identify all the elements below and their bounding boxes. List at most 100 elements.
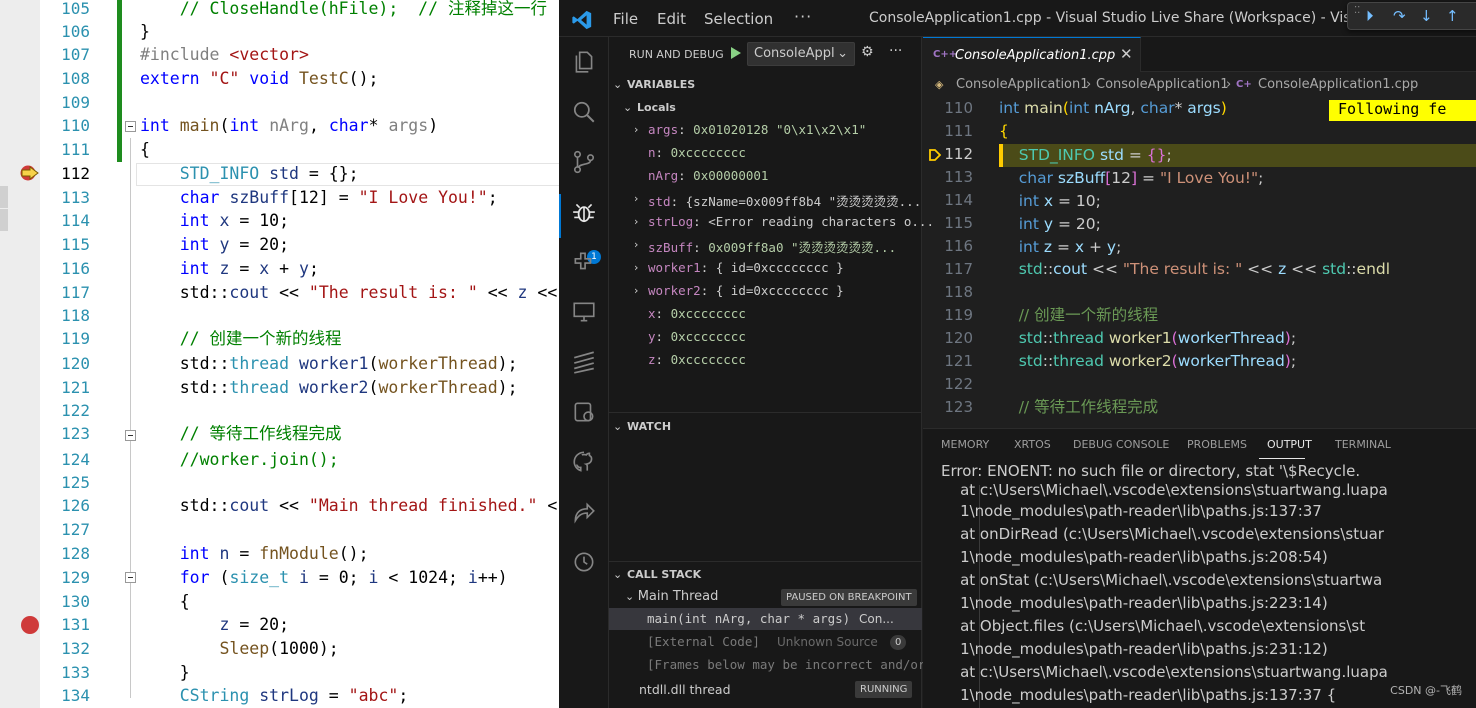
tab-memory[interactable]: MEMORY (941, 438, 989, 451)
breadcrumb-item[interactable]: ConsoleApplication1 (956, 77, 1089, 92)
code-line-128: int n = fnModule(); (179, 544, 369, 563)
code-line-131: z = 20; (219, 615, 290, 634)
window-title: ConsoleApplication1.cpp - Visual Studio … (869, 10, 1369, 26)
step-out-icon[interactable]: ↑ (1446, 7, 1459, 25)
variable-worker1[interactable]: › worker1: { id=0xcccccccc } (634, 260, 844, 275)
line-number: 123 (944, 398, 973, 416)
variable-y[interactable]: y: 0xcccccccc (648, 329, 746, 344)
source-control-icon[interactable] (571, 149, 597, 175)
chevron-right-icon[interactable]: › (634, 238, 638, 251)
line-number: 114 (61, 211, 90, 230)
tab-consoleapplication1-cpp[interactable]: C++ ConsoleApplication1.cpp ✕ (923, 37, 1141, 72)
launch-config-select[interactable]: ConsoleAppl ⌄ (747, 42, 855, 66)
output-line: 1\node_modules\path-reader\lib\paths.js:… (941, 502, 1322, 520)
step-over-icon[interactable]: ↷ (1393, 7, 1406, 25)
menu-edit[interactable]: Edit (657, 10, 686, 28)
code-line-110: int main(int nArg, char* args) (999, 99, 1227, 117)
line-number: 130 (61, 592, 90, 611)
variable-value: 0xcccccccc (670, 329, 746, 344)
share-icon[interactable] (571, 499, 597, 525)
tab-label: ConsoleApplication1.cpp (955, 48, 1116, 63)
start-debugging-icon[interactable] (731, 47, 741, 59)
thread-ntdll[interactable]: ntdll.dll thread (639, 682, 731, 697)
chevron-right-icon[interactable]: › (634, 215, 638, 228)
watch-section-header[interactable]: ⌄ WATCH (613, 420, 671, 433)
tab-problems[interactable]: PROBLEMS (1187, 438, 1247, 451)
output-line: 1\node_modules\path-reader\lib\paths.js:… (941, 640, 1328, 658)
variable-value: 0xcccccccc (670, 306, 746, 321)
collapse-toggle[interactable] (125, 121, 136, 132)
variable-szbuff[interactable]: › szBuff: 0x009ff8a0 "烫烫烫烫烫烫... (634, 237, 896, 256)
watermark: CSDN @-飞鹤 (1390, 684, 1462, 697)
gear-icon[interactable]: ⚙ (861, 44, 874, 60)
run-debug-icon[interactable] (571, 199, 597, 225)
more-actions-icon[interactable]: ··· (889, 43, 902, 59)
github-icon[interactable] (571, 449, 597, 475)
variable-strlog[interactable]: › strLog: <Error reading characters o... (634, 214, 934, 229)
remote-explorer-icon[interactable] (571, 299, 597, 325)
step-into-icon[interactable]: ↓ (1420, 7, 1433, 25)
separator: : (655, 352, 671, 367)
chevron-right-icon[interactable]: › (634, 192, 638, 205)
chevron-right-icon[interactable]: › (634, 284, 638, 297)
line-number: 131 (61, 615, 90, 634)
line-number: 124 (61, 450, 90, 469)
line-number: 113 (61, 188, 90, 207)
extensions-icon[interactable] (571, 249, 597, 275)
timeline-icon[interactable] (571, 549, 597, 575)
variable-narg[interactable]: nArg: 0x00000001 (648, 168, 768, 183)
variable-name: std (648, 194, 671, 209)
cpp-file-icon: C+ (1236, 79, 1252, 90)
live-share-icon[interactable] (571, 349, 597, 375)
tab-debug-console[interactable]: DEBUG CONSOLE (1073, 438, 1169, 451)
search-icon[interactable] (571, 99, 597, 125)
menu-more[interactable]: ··· (794, 7, 812, 26)
variable-n[interactable]: n: 0xcccccccc (648, 145, 746, 160)
variable-worker2[interactable]: › worker2: { id=0xcccccccc } (634, 283, 844, 298)
visual-studio-editor[interactable]: 105 106 107 108 109 110 111 112 113 114 115 116 117 1… (0, 0, 560, 708)
variable-z[interactable]: z: 0xcccccccc (648, 352, 746, 367)
variable-value: 0x01020128 "0\x1\x2\x1" (693, 122, 867, 137)
variables-section-header[interactable]: ⌄ VARIABLES (613, 78, 695, 91)
menu-file[interactable]: File (613, 10, 638, 28)
tab-terminal[interactable]: TERMINAL (1335, 438, 1391, 451)
separator: : (655, 145, 671, 160)
variable-value: { id=0xcccccccc } (715, 260, 844, 275)
line-number: 128 (61, 544, 90, 563)
variable-value: { id=0xcccccccc } (715, 283, 844, 298)
collapse-toggle[interactable] (125, 572, 136, 583)
line-number: 110 (944, 99, 973, 117)
chevron-right-icon[interactable]: › (634, 261, 638, 274)
line-number: 132 (61, 639, 90, 658)
code-editor[interactable]: 110 111 112 113 114 115 116 117 118 119 120 121 122 1… (923, 97, 1476, 427)
breakpoint-icon[interactable] (21, 616, 39, 634)
code-line-106: } (140, 22, 150, 41)
tab-xrtos[interactable]: XRTOS (1014, 438, 1051, 451)
code-line-132: Sleep(1000); (219, 639, 339, 658)
breadcrumb-item[interactable]: ConsoleApplication1 (1096, 77, 1229, 92)
glyph-margin[interactable] (0, 0, 40, 708)
variable-std[interactable]: › std: {szName=0x009ff8b4 "烫烫烫烫烫... (634, 191, 921, 210)
menu-selection[interactable]: Selection (704, 10, 773, 28)
drag-handle-icon[interactable]: ⁚⁚ (1354, 6, 1362, 24)
variable-name: x (648, 306, 656, 321)
thread-main[interactable]: ⌄ Main Thread (625, 589, 718, 604)
cpp-file-icon: C++ (933, 49, 958, 60)
tab-output[interactable]: OUTPUT (1267, 438, 1312, 451)
continue-icon[interactable]: ⏵ (1366, 7, 1374, 25)
line-number: 108 (61, 69, 90, 88)
collapse-toggle[interactable] (125, 430, 136, 441)
close-icon[interactable]: ✕ (1120, 45, 1133, 63)
variable-args[interactable]: › args: 0x01020128 "0\x1\x2\x1" (634, 122, 867, 137)
stack-frame-external[interactable]: [External Code] (647, 634, 760, 649)
locals-scope[interactable]: ⌄ Locals (623, 101, 676, 114)
explorer-icon[interactable] (571, 49, 597, 75)
variable-x[interactable]: x: 0xcccccccc (648, 306, 746, 321)
debug-toolbar[interactable]: ⁚⁚ ⏵ ↷ ↓ ↑ (1347, 2, 1476, 30)
cmake-icon[interactable] (571, 399, 597, 425)
breadcrumb-item[interactable]: ConsoleApplication1.cpp (1258, 77, 1418, 92)
line-number: 125 (61, 473, 90, 492)
stack-frame-main[interactable]: main(int nArg, char * args) (647, 611, 850, 626)
chevron-right-icon[interactable]: › (634, 123, 638, 136)
call-stack-section-header[interactable]: ⌄ CALL STACK (613, 568, 701, 581)
